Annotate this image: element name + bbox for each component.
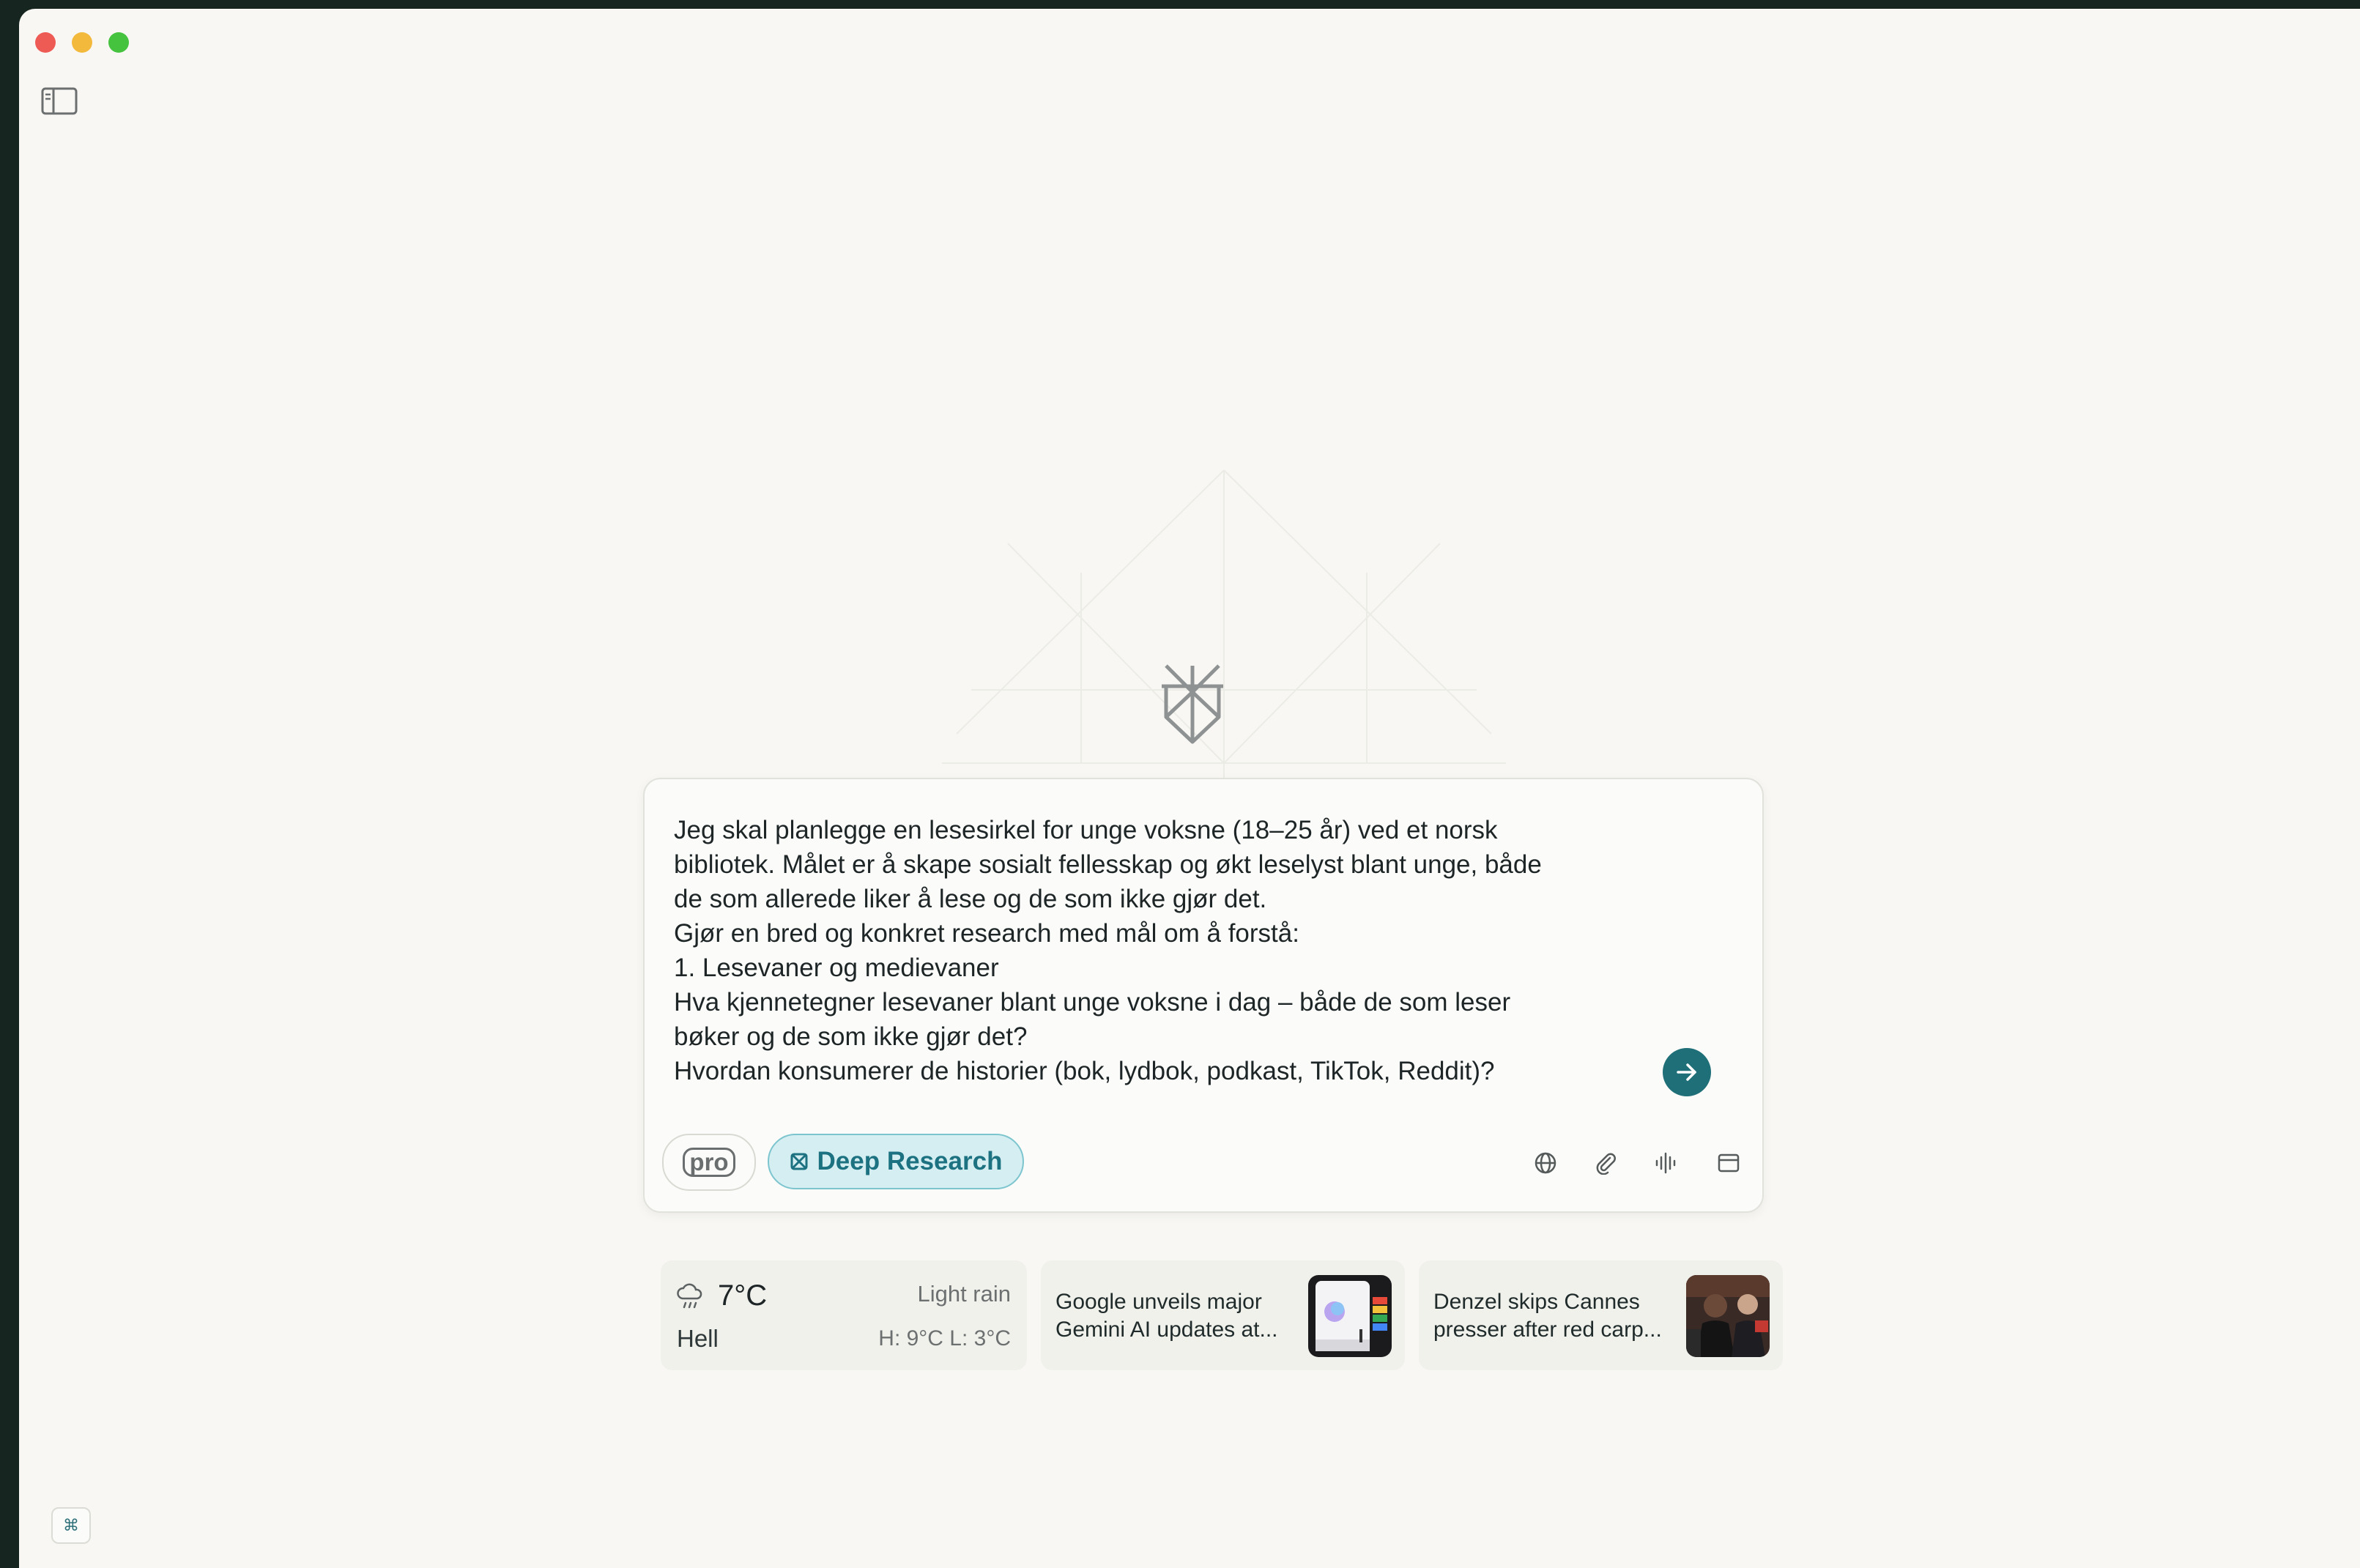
send-button[interactable] xyxy=(1663,1048,1711,1096)
weather-widget[interactable]: 7°C Hell Light rain H: 9°C L: 3°C xyxy=(661,1260,1027,1370)
weather-high-low: H: 9°C L: 3°C xyxy=(878,1326,1011,1350)
news-thumbnail xyxy=(1686,1275,1770,1357)
command-shortcut-button[interactable]: ⌘ xyxy=(51,1507,91,1544)
minimize-window-button[interactable] xyxy=(72,32,92,53)
news-headline: Google unveils major Gemini AI updates a… xyxy=(1055,1290,1278,1342)
arrow-right-icon xyxy=(1677,1063,1696,1081)
window-controls xyxy=(35,32,129,53)
prompt-composer: Jeg skal planlegge en lesesirkel for ung… xyxy=(643,778,1764,1213)
zoom-window-button[interactable] xyxy=(108,32,129,53)
search-web-button[interactable] xyxy=(1531,1148,1560,1178)
sidebar-toggle-button[interactable] xyxy=(41,87,78,115)
weather-location: Hell xyxy=(677,1325,719,1352)
voice-input-button[interactable] xyxy=(1651,1148,1680,1178)
browser-icon xyxy=(1718,1153,1740,1173)
weather-temperature: 7°C xyxy=(718,1279,768,1312)
sidebar-toggle-icon xyxy=(41,87,78,115)
deep-research-button[interactable]: Deep Research xyxy=(768,1134,1024,1189)
paperclip-icon xyxy=(1596,1153,1616,1175)
deep-research-icon xyxy=(790,1153,808,1170)
news-headline: Denzel skips Cannes presser after red ca… xyxy=(1433,1290,1662,1342)
globe-icon xyxy=(1535,1152,1556,1174)
deep-research-label: Deep Research xyxy=(817,1147,1003,1175)
rain-cloud-icon xyxy=(677,1283,702,1309)
browser-button[interactable] xyxy=(1714,1148,1743,1178)
pro-label: pro xyxy=(683,1148,735,1177)
app-logo-icon xyxy=(1162,664,1223,744)
attach-file-button[interactable] xyxy=(1591,1148,1620,1178)
news-card[interactable]: Google unveils major Gemini AI updates a… xyxy=(1041,1260,1405,1370)
voice-icon xyxy=(1655,1152,1676,1174)
pro-toggle-button[interactable]: pro xyxy=(662,1134,756,1191)
close-window-button[interactable] xyxy=(35,32,56,53)
news-card[interactable]: Denzel skips Cannes presser after red ca… xyxy=(1419,1260,1783,1370)
news-thumbnail xyxy=(1308,1275,1392,1357)
weather-condition: Light rain xyxy=(917,1281,1011,1307)
app-window: Jeg skal planlegge en lesesirkel for ung… xyxy=(19,9,2360,1568)
prompt-input[interactable]: Jeg skal planlegge en lesesirkel for ung… xyxy=(674,813,1677,1088)
